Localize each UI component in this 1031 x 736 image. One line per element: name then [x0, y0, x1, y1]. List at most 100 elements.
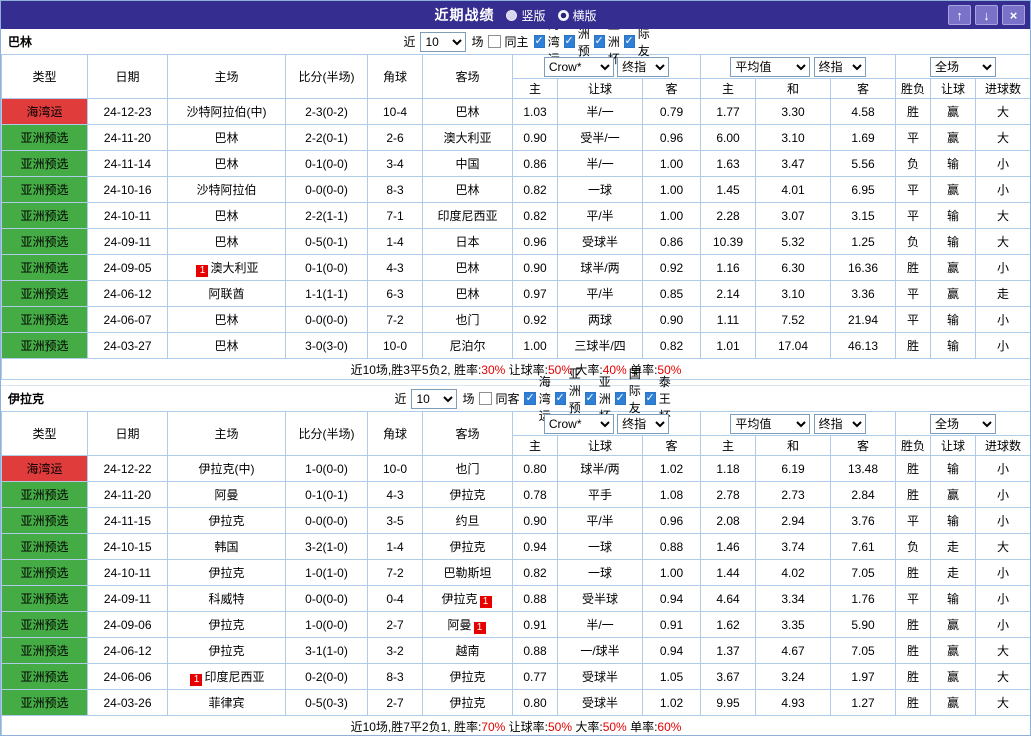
col-header-result: 胜负 [896, 436, 931, 456]
match-score[interactable]: 0-1(0-1) [286, 482, 368, 508]
match-score[interactable]: 1-0(0-0) [286, 456, 368, 482]
away-team[interactable]: 巴勒斯坦 [423, 560, 513, 586]
match-score[interactable]: 3-1(1-0) [286, 638, 368, 664]
match-score[interactable]: 0-5(0-1) [286, 229, 368, 255]
home-team[interactable]: 伊拉克(中) [168, 456, 286, 482]
away-team[interactable]: 巴林 [423, 177, 513, 203]
checkbox-icon[interactable]: ✓ [594, 35, 605, 48]
away-team[interactable]: 约旦 [423, 508, 513, 534]
away-team[interactable]: 阿曼1 [423, 612, 513, 638]
match-score[interactable]: 3-0(3-0) [286, 333, 368, 359]
home-team[interactable]: 菲律宾 [168, 690, 286, 716]
checkbox-icon[interactable]: ✓ [564, 35, 575, 48]
home-team[interactable]: 巴林 [168, 333, 286, 359]
match-score[interactable]: 0-0(0-0) [286, 177, 368, 203]
same-side-checkbox[interactable]: 同客 [479, 390, 519, 407]
average-select[interactable]: 平均值 [730, 414, 810, 434]
average-final-select[interactable]: 终指 [814, 57, 866, 77]
away-team[interactable]: 伊拉克 [423, 482, 513, 508]
home-team[interactable]: 伊拉克 [168, 638, 286, 664]
home-team[interactable]: 韩国 [168, 534, 286, 560]
match-score[interactable]: 2-2(0-1) [286, 125, 368, 151]
away-team[interactable]: 巴林 [423, 281, 513, 307]
away-team[interactable]: 伊拉克 [423, 664, 513, 690]
average-select[interactable]: 平均值 [730, 57, 810, 77]
handicap-result-badge: 赢 [931, 664, 976, 690]
recent-count-select[interactable]: 10 [420, 32, 466, 52]
away-team[interactable]: 尼泊尔 [423, 333, 513, 359]
checkbox-icon[interactable] [479, 392, 492, 405]
checkbox-icon[interactable]: ✓ [524, 392, 535, 405]
match-score[interactable]: 0-2(0-0) [286, 664, 368, 690]
home-team[interactable]: 阿曼 [168, 482, 286, 508]
match-row: 亚洲预选24-06-12阿联酋1-1(1-1)6-3巴林0.97平/半0.852… [2, 281, 1031, 307]
home-team[interactable]: 伊拉克 [168, 612, 286, 638]
home-team[interactable]: 沙特阿拉伯 [168, 177, 286, 203]
provider-final-select[interactable]: 终指 [617, 57, 669, 77]
match-score[interactable]: 0-1(0-0) [286, 151, 368, 177]
home-team[interactable]: 伊拉克 [168, 508, 286, 534]
away-team[interactable]: 巴林 [423, 99, 513, 125]
away-team[interactable]: 日本 [423, 229, 513, 255]
checkbox-icon[interactable]: ✓ [534, 35, 545, 48]
move-down-button[interactable]: ↓ [975, 5, 998, 25]
checkbox-icon[interactable]: ✓ [624, 35, 635, 48]
away-team[interactable]: 澳大利亚 [423, 125, 513, 151]
match-score[interactable]: 0-0(0-0) [286, 586, 368, 612]
checkbox-icon[interactable]: ✓ [585, 392, 596, 405]
home-team[interactable]: 沙特阿拉伯(中) [168, 99, 286, 125]
checkbox-icon[interactable]: ✓ [645, 392, 656, 405]
team-label: 巴林 [214, 209, 238, 223]
home-team[interactable]: 巴林 [168, 125, 286, 151]
match-score[interactable]: 0-5(0-3) [286, 690, 368, 716]
summary-stat-label: 大率: [572, 720, 603, 734]
away-team[interactable]: 印度尼西亚 [423, 203, 513, 229]
match-score[interactable]: 0-0(0-0) [286, 307, 368, 333]
home-team[interactable]: 巴林 [168, 307, 286, 333]
same-side-checkbox[interactable]: 同主 [488, 33, 528, 50]
away-team[interactable]: 越南 [423, 638, 513, 664]
checkbox-icon[interactable] [488, 35, 501, 48]
layout-radio-horizontal[interactable]: 横版 [558, 7, 597, 24]
home-team[interactable]: 巴林 [168, 229, 286, 255]
home-team[interactable]: 阿联酋 [168, 281, 286, 307]
away-team[interactable]: 也门 [423, 307, 513, 333]
match-score[interactable]: 2-3(0-2) [286, 99, 368, 125]
checkbox-icon[interactable]: ✓ [555, 392, 566, 405]
home-team[interactable]: 巴林 [168, 151, 286, 177]
away-team[interactable]: 巴林 [423, 255, 513, 281]
full-match-select[interactable]: 全场 [930, 414, 996, 434]
average-final-select[interactable]: 终指 [814, 414, 866, 434]
match-score[interactable]: 1-1(1-1) [286, 281, 368, 307]
euro-odds-away: 7.05 [831, 560, 896, 586]
away-team[interactable]: 伊拉克1 [423, 586, 513, 612]
home-team[interactable]: 1印度尼西亚 [168, 664, 286, 690]
match-score[interactable]: 0-1(0-0) [286, 255, 368, 281]
match-score[interactable]: 1-0(1-0) [286, 560, 368, 586]
match-score[interactable]: 2-2(1-1) [286, 203, 368, 229]
home-team[interactable]: 科威特 [168, 586, 286, 612]
match-date: 24-12-23 [88, 99, 168, 125]
away-team[interactable]: 伊拉克 [423, 534, 513, 560]
provider-select[interactable]: Crow* [544, 57, 614, 77]
radio-icon[interactable] [506, 10, 517, 21]
away-team[interactable]: 也门 [423, 456, 513, 482]
away-team[interactable]: 伊拉克 [423, 690, 513, 716]
asian-odds-handicap: 一球 [558, 534, 643, 560]
move-up-button[interactable]: ↑ [948, 5, 971, 25]
checkbox-icon[interactable]: ✓ [615, 392, 626, 405]
match-score[interactable]: 0-0(0-0) [286, 508, 368, 534]
match-score[interactable]: 1-0(0-0) [286, 612, 368, 638]
home-team[interactable]: 巴林 [168, 203, 286, 229]
provider-final-select[interactable]: 终指 [617, 414, 669, 434]
radio-icon[interactable] [558, 10, 569, 21]
home-team[interactable]: 伊拉克 [168, 560, 286, 586]
home-team[interactable]: 1澳大利亚 [168, 255, 286, 281]
provider-select[interactable]: Crow* [544, 414, 614, 434]
recent-count-select[interactable]: 10 [411, 389, 457, 409]
close-button[interactable]: × [1002, 5, 1025, 25]
match-score[interactable]: 3-2(1-0) [286, 534, 368, 560]
layout-radio-vertical[interactable]: 竖版 [506, 7, 545, 24]
away-team[interactable]: 中国 [423, 151, 513, 177]
full-match-select[interactable]: 全场 [930, 57, 996, 77]
